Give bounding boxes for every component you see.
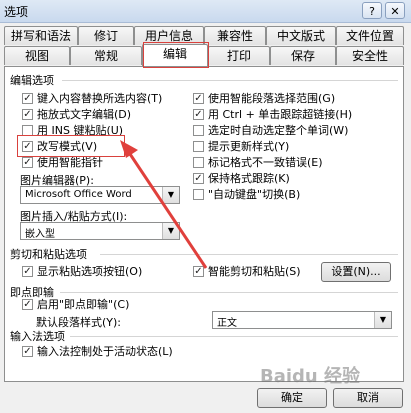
ok-button[interactable]: 确定 xyxy=(257,388,327,408)
cancel-button[interactable]: 取消 xyxy=(333,388,403,408)
highlight-box-edit-tab xyxy=(143,42,209,68)
watermark-text: Baidu 经验 xyxy=(260,366,361,387)
